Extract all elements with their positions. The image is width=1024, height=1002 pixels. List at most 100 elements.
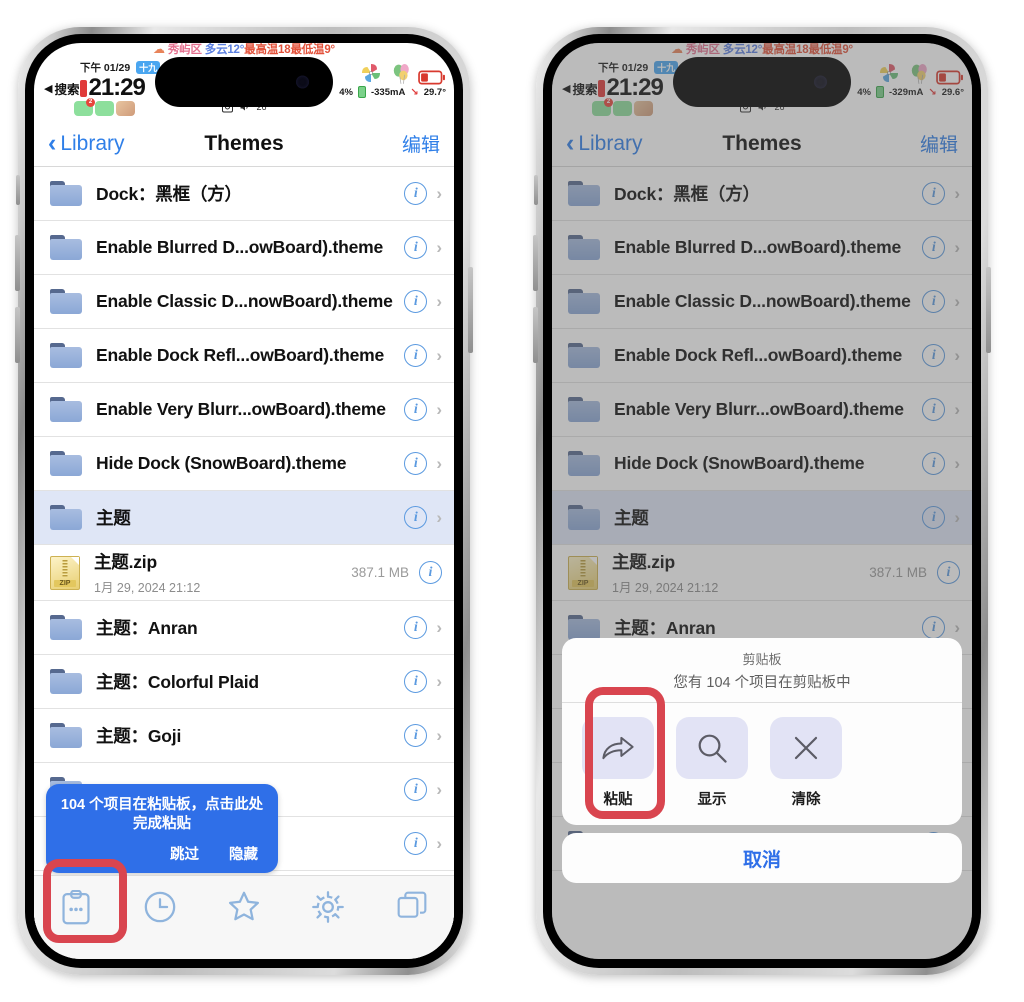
badge-count: 2 — [86, 98, 95, 107]
info-button[interactable]: i — [404, 506, 428, 529]
phone-bezel-right: ☁ 秀屿区 多云12°最高温18最低温9° 下午 01/29 十九 ◀ 搜索 2… — [543, 34, 981, 968]
battery-icon — [418, 70, 445, 85]
info-button[interactable]: i — [404, 236, 428, 259]
tab-settings[interactable] — [286, 890, 370, 924]
power-button[interactable] — [468, 267, 473, 353]
status-right-cluster: 4% -335mA ↘ 29.7° — [339, 59, 446, 98]
info-button[interactable]: i — [404, 670, 428, 693]
status-red-chip-icon — [80, 79, 88, 97]
silent-switch[interactable] — [16, 175, 20, 205]
table-row[interactable]: Hide Dock (SnowBoard).theme i › — [34, 437, 454, 491]
info-button[interactable]: i — [404, 182, 428, 205]
screen-left: ☁ 秀屿区 多云12°最高温18最低温9° 下午 01/29 十九 ◀ 搜索 2… — [34, 43, 454, 959]
chevron-right-icon: › — [436, 671, 442, 691]
folder-icon — [50, 505, 82, 530]
hide-button[interactable]: 隐藏 — [229, 843, 258, 864]
info-button[interactable]: i — [404, 724, 428, 747]
table-row[interactable]: Enable Classic D...nowBoard).theme i › — [34, 275, 454, 329]
back-label: Library — [60, 131, 125, 155]
cancel-button[interactable]: 取消 — [562, 833, 962, 883]
clock-icon — [144, 891, 176, 923]
info-button[interactable]: i — [404, 832, 428, 855]
clear-action-button[interactable]: 清除 — [770, 717, 842, 809]
row-label: 主题.zip — [94, 552, 157, 572]
table-row[interactable]: 主题：Anran i › — [34, 601, 454, 655]
info-button[interactable]: i — [404, 778, 428, 801]
silent-switch[interactable] — [534, 175, 538, 205]
phone-bezel-left: ☁ 秀屿区 多云12°最高温18最低温9° 下午 01/29 十九 ◀ 搜索 2… — [25, 34, 463, 968]
tab-clipboard[interactable] — [34, 890, 118, 926]
pinwheel-icon — [362, 64, 380, 82]
volume-up-button[interactable] — [15, 235, 20, 291]
phone-left: ☁ 秀屿区 多云12°最高温18最低温9° 下午 01/29 十九 ◀ 搜索 2… — [15, 27, 473, 975]
info-button[interactable]: i — [404, 290, 428, 313]
star-icon — [228, 891, 260, 921]
power-button[interactable] — [986, 267, 991, 353]
row-label: Enable Classic D...nowBoard).theme — [96, 291, 393, 311]
wechat-2-icon — [95, 101, 114, 116]
chevron-right-icon: › — [436, 507, 442, 527]
dynamic-island-left — [155, 57, 333, 107]
table-row[interactable]: Dock：黑框（方） i › — [34, 167, 454, 221]
tab-favorites[interactable] — [202, 890, 286, 924]
action-sheet-actions: 粘贴 显示 清除 — [562, 703, 962, 825]
chevron-left-icon: ‹ — [48, 129, 57, 157]
info-button[interactable]: i — [404, 452, 428, 475]
magnifier-icon — [698, 734, 727, 763]
paste-tooltip[interactable]: 104 个项目在粘贴板，点击此处完成粘贴 跳过 隐藏 — [46, 783, 278, 873]
folder-icon — [50, 669, 82, 694]
show-icon-box — [676, 717, 748, 779]
cloud-icon: ☁ — [153, 43, 165, 56]
paste-tooltip-actions: 跳过 隐藏 — [58, 843, 266, 864]
table-row-zip[interactable]: ZIP 主题.zip 1月 29, 2024 21:12 387.1 MB i — [34, 545, 454, 601]
table-row[interactable]: Enable Blurred D...owBoard).theme i › — [34, 221, 454, 275]
paste-action-label: 粘贴 — [603, 792, 633, 808]
folder-icon — [50, 615, 82, 640]
table-row[interactable]: Enable Dock Refl...owBoard).theme i › — [34, 329, 454, 383]
paste-action-button[interactable]: 粘贴 — [582, 717, 654, 809]
volume-up-button[interactable] — [533, 235, 538, 291]
table-row[interactable]: 主题：Goji i › — [34, 709, 454, 763]
chevron-right-icon: › — [436, 617, 442, 637]
info-button[interactable]: i — [404, 616, 428, 639]
folder-icon — [50, 451, 82, 476]
folder-icon — [50, 723, 82, 748]
chevron-right-icon: › — [436, 183, 442, 203]
status-clock: 21:29 — [88, 74, 145, 101]
table-row[interactable]: 主题：Colorful Plaid i › — [34, 655, 454, 709]
weather-condition: 多云12° — [204, 44, 245, 56]
clear-icon-box — [770, 717, 842, 779]
chevron-right-icon: › — [436, 291, 442, 311]
chevron-right-icon: › — [436, 833, 442, 853]
status-back-arrow-icon[interactable]: ◀ — [44, 82, 52, 95]
tab-recents[interactable] — [118, 890, 202, 924]
row-label: Enable Dock Refl...owBoard).theme — [96, 345, 385, 365]
action-sheet-card: 剪贴板 您有 104 个项目在剪贴板中 粘贴 显示 清除 — [562, 638, 962, 825]
chevron-right-icon: › — [436, 237, 442, 257]
info-button[interactable]: i — [404, 344, 428, 367]
action-sheet-header: 剪贴板 您有 104 个项目在剪贴板中 — [562, 638, 962, 703]
weather-high: 最高温18 — [244, 44, 291, 56]
chevron-right-icon: › — [436, 453, 442, 473]
back-button[interactable]: ‹ Library — [48, 131, 125, 156]
skip-button[interactable]: 跳过 — [170, 843, 199, 864]
volume-down-button[interactable] — [15, 307, 20, 363]
tab-windows[interactable] — [370, 890, 454, 922]
chevron-right-icon: › — [436, 345, 442, 365]
row-subtitle: 1月 29, 2024 21:12 — [94, 581, 201, 595]
show-action-button[interactable]: 显示 — [676, 717, 748, 809]
chevron-right-icon: › — [436, 779, 442, 799]
volume-down-button[interactable] — [533, 307, 538, 363]
show-action-label: 显示 — [697, 792, 727, 808]
thermometer-icon: ↘ — [410, 86, 419, 98]
info-button[interactable]: i — [404, 398, 428, 421]
table-row[interactable]: Enable Very Blurr...owBoard).theme i › — [34, 383, 454, 437]
phone-right: ☁ 秀屿区 多云12°最高温18最低温9° 下午 01/29 十九 ◀ 搜索 2… — [533, 27, 991, 975]
info-button[interactable]: i — [419, 561, 442, 584]
status-period: 下午 — [80, 62, 101, 74]
status-back-app-label[interactable]: 搜索 — [54, 79, 79, 98]
table-row-selected[interactable]: 主题 i › — [34, 491, 454, 545]
paste-icon-box — [582, 717, 654, 779]
row-label: 主题：Colorful Plaid — [96, 672, 259, 692]
edit-button[interactable]: 编辑 — [402, 130, 440, 157]
